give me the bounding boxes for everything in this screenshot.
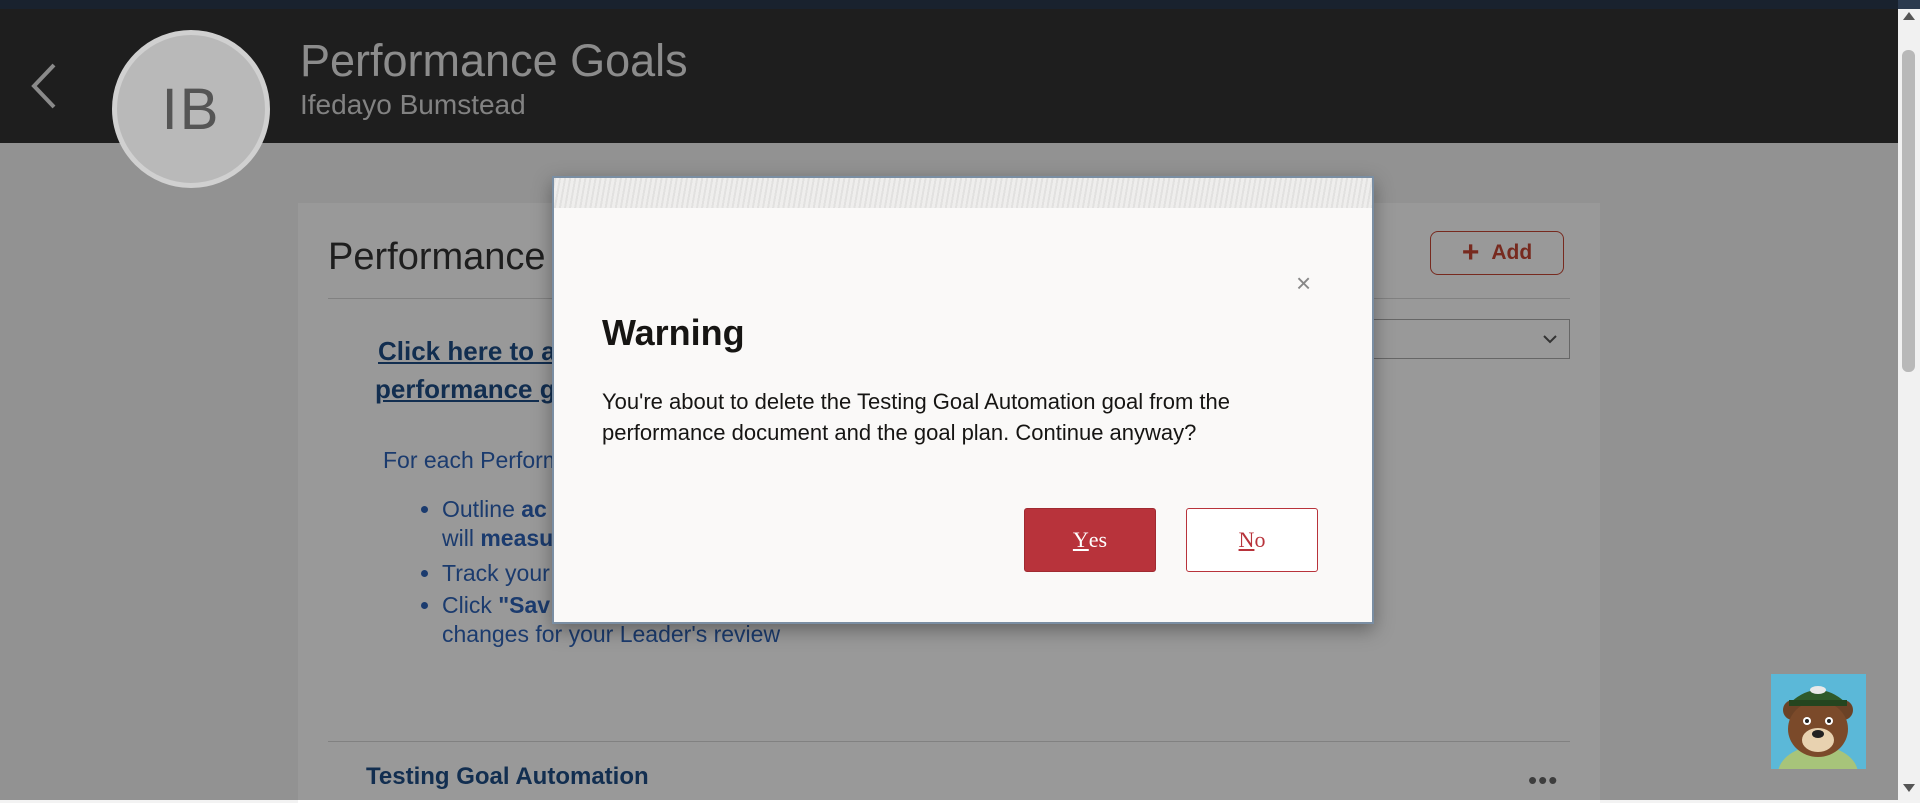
dialog-title: Warning: [602, 312, 745, 353]
dialog-title-bar: [554, 178, 1372, 208]
scroll-up-icon[interactable]: [1903, 12, 1915, 20]
scrollbar-thumb[interactable]: [1902, 50, 1915, 372]
dialog-message: You're about to delete the Testing Goal …: [602, 389, 1230, 445]
warning-dialog: × Warning You're about to delete the Tes…: [552, 176, 1374, 624]
no-button[interactable]: No: [1186, 508, 1318, 572]
assistant-bear-icon[interactable]: [1771, 674, 1866, 769]
bear-mascot-icon: [1771, 674, 1866, 769]
avatar: IB: [112, 30, 270, 188]
scroll-down-icon[interactable]: [1903, 784, 1915, 792]
yes-button[interactable]: Yes: [1024, 508, 1156, 572]
close-icon[interactable]: ×: [1296, 268, 1311, 299]
